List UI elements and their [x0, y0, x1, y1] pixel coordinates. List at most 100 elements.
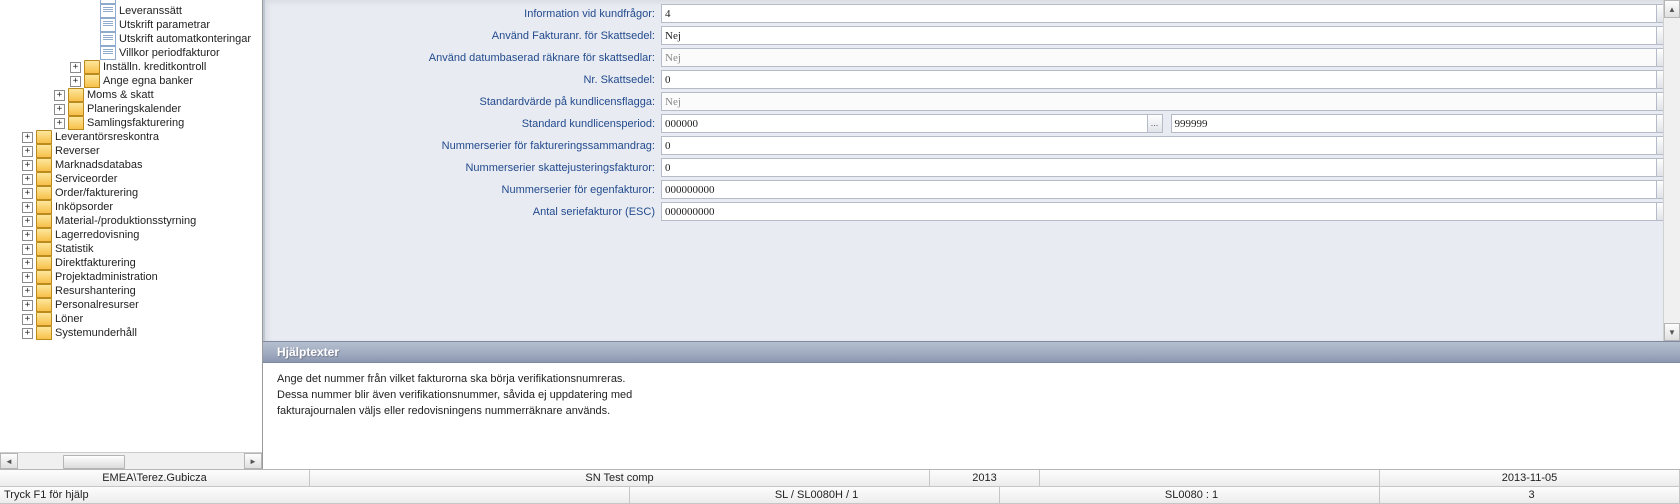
tree-item[interactable]: +Resurshantering [2, 284, 260, 298]
folder-icon [36, 158, 52, 172]
tree-item-label: Order/fakturering [55, 186, 138, 200]
helptext-header: Hjälptexter [263, 341, 1680, 363]
expand-icon[interactable]: + [22, 188, 33, 199]
tree-item[interactable]: Leveranssätt [2, 4, 260, 18]
tree-item[interactable]: +Ange egna banker [2, 74, 260, 88]
folder-icon [36, 228, 52, 242]
tree-item[interactable]: +Marknadsdatabas [2, 158, 260, 172]
tree-item[interactable]: + Löner [2, 312, 260, 326]
expand-icon[interactable]: + [70, 76, 81, 87]
lookup-button[interactable]: … [1147, 114, 1163, 133]
expand-icon[interactable]: + [22, 146, 33, 157]
tree-item[interactable]: +Direktfakturering [2, 256, 260, 270]
tree-item[interactable]: + Personalresurser [2, 298, 260, 312]
expand-icon[interactable]: + [22, 216, 33, 227]
status-line: 3 [1380, 487, 1680, 504]
tree-item[interactable]: +Planeringskalender [2, 102, 260, 116]
tree-horizontal-scrollbar[interactable]: ◄ ► [0, 452, 262, 469]
folder-icon [36, 200, 52, 214]
folder-icon [36, 326, 52, 340]
tree-item-label: Löner [55, 312, 83, 326]
status-blank [1040, 470, 1380, 487]
tree-item[interactable]: Utskrift automatkonteringar [2, 32, 260, 46]
expand-icon[interactable]: + [22, 244, 33, 255]
expand-icon[interactable]: + [22, 300, 33, 311]
form-select: Nej [661, 92, 1657, 111]
form-input[interactable]: 999999 [1171, 114, 1658, 133]
expand-icon[interactable]: + [22, 286, 33, 297]
form-row: Nummerserier för faktureringssammandrag:… [273, 136, 1672, 155]
expand-icon[interactable]: + [22, 202, 33, 213]
tree-item[interactable]: Utskrift parametrar [2, 18, 260, 32]
tree-item-label: Utskrift automatkonteringar [119, 32, 251, 46]
tree-item[interactable]: + Material-/produktionsstyrning [2, 214, 260, 228]
expand-icon[interactable]: + [22, 328, 33, 339]
form-label: Nummerserier för egenfakturor: [273, 184, 661, 196]
form-input[interactable]: 000000000 [661, 180, 1657, 199]
form-label: Nr. Skattsedel: [273, 74, 661, 86]
tree-item-label: Personalresurser [55, 298, 139, 312]
tree-item[interactable]: + Order/fakturering [2, 186, 260, 200]
status-date: 2013-11-05 [1380, 470, 1680, 487]
expand-icon[interactable]: + [22, 258, 33, 269]
tree-item[interactable]: +Samlingsfakturering [2, 116, 260, 130]
form-label: Nummerserier skattejusteringsfakturor: [273, 162, 661, 174]
scroll-left-button[interactable]: ◄ [0, 453, 18, 469]
folder-icon [36, 130, 52, 144]
tree-item[interactable]: +Systemunderhåll [2, 326, 260, 340]
form-row: Använd Fakturanr. för Skattsedel:Nej [273, 26, 1672, 45]
form-row: Nr. Skattsedel:0 [273, 70, 1672, 89]
expand-icon[interactable]: + [54, 104, 65, 115]
page-icon [100, 18, 116, 32]
expand-icon[interactable]: + [22, 132, 33, 143]
tree-item[interactable]: +Projektadministration [2, 270, 260, 284]
expand-icon[interactable]: + [22, 174, 33, 185]
expand-icon[interactable]: + [54, 90, 65, 101]
tree-item-label: Leveranssätt [119, 4, 182, 18]
form-row: Använd datumbaserad räknare för skattsed… [273, 48, 1672, 67]
navigation-tree: LeveranssättUtskrift parametrarUtskrift … [0, 0, 263, 469]
expand-icon[interactable]: + [70, 62, 81, 73]
status-screen: SL / SL0080H / 1 [630, 487, 1000, 504]
form-label: Standardvärde på kundlicensflagga: [273, 96, 661, 108]
tree-item-label: Material-/produktionsstyrning [55, 214, 196, 228]
expand-icon[interactable]: + [22, 314, 33, 325]
form-input[interactable]: 4 [661, 4, 1657, 23]
folder-icon [36, 186, 52, 200]
tree-item[interactable]: +Moms & skatt [2, 88, 260, 102]
folder-icon [68, 102, 84, 116]
form-select[interactable]: Nej [661, 26, 1657, 45]
form-label: Antal seriefakturor (ESC) [273, 206, 661, 218]
form-input[interactable]: 000000000 [661, 202, 1657, 221]
form-input[interactable]: 0 [661, 158, 1657, 177]
form-input[interactable]: 0 [661, 70, 1657, 89]
tree-item[interactable]: +Inköpsorder [2, 200, 260, 214]
expand-icon[interactable]: + [22, 230, 33, 241]
scroll-up-button[interactable]: ▲ [1664, 0, 1680, 18]
tree-item[interactable]: +Lagerredovisning [2, 228, 260, 242]
form-row: Information vid kundfrågor:4 [273, 4, 1672, 23]
scroll-down-button[interactable]: ▼ [1664, 323, 1680, 341]
status-hint: Tryck F1 för hjälp [0, 487, 630, 504]
settings-form-panel: Information vid kundfrågor:4 Använd Faktu… [263, 0, 1680, 341]
expand-icon[interactable]: + [22, 272, 33, 283]
tree-item[interactable]: +Reverser [2, 144, 260, 158]
tree-item-label: Leverantörsreskontra [55, 130, 159, 144]
form-input[interactable]: 0 [661, 136, 1657, 155]
form-label: Använd Fakturanr. för Skattsedel: [273, 30, 661, 42]
expand-icon[interactable]: + [22, 160, 33, 171]
form-input[interactable]: 000000 [661, 114, 1148, 133]
form-row: Nummerserier skattejusteringsfakturor:0 [273, 158, 1672, 177]
scroll-thumb[interactable] [63, 455, 125, 469]
tree-item[interactable]: +Statistik [2, 242, 260, 256]
expand-icon[interactable]: + [54, 118, 65, 129]
status-bar-2: Tryck F1 för hjälp SL / SL0080H / 1 SL00… [0, 487, 1680, 504]
tree-item[interactable]: +Serviceorder [2, 172, 260, 186]
tree-item[interactable]: Villkor periodfakturor [2, 46, 260, 60]
form-select: Nej [661, 48, 1657, 67]
folder-icon [84, 60, 100, 74]
tree-item[interactable]: +Inställn. kreditkontroll [2, 60, 260, 74]
scroll-right-button[interactable]: ► [244, 453, 262, 469]
form-vertical-scrollbar[interactable]: ▲ ▼ [1663, 0, 1680, 341]
tree-item[interactable]: + Leverantörsreskontra [2, 130, 260, 144]
